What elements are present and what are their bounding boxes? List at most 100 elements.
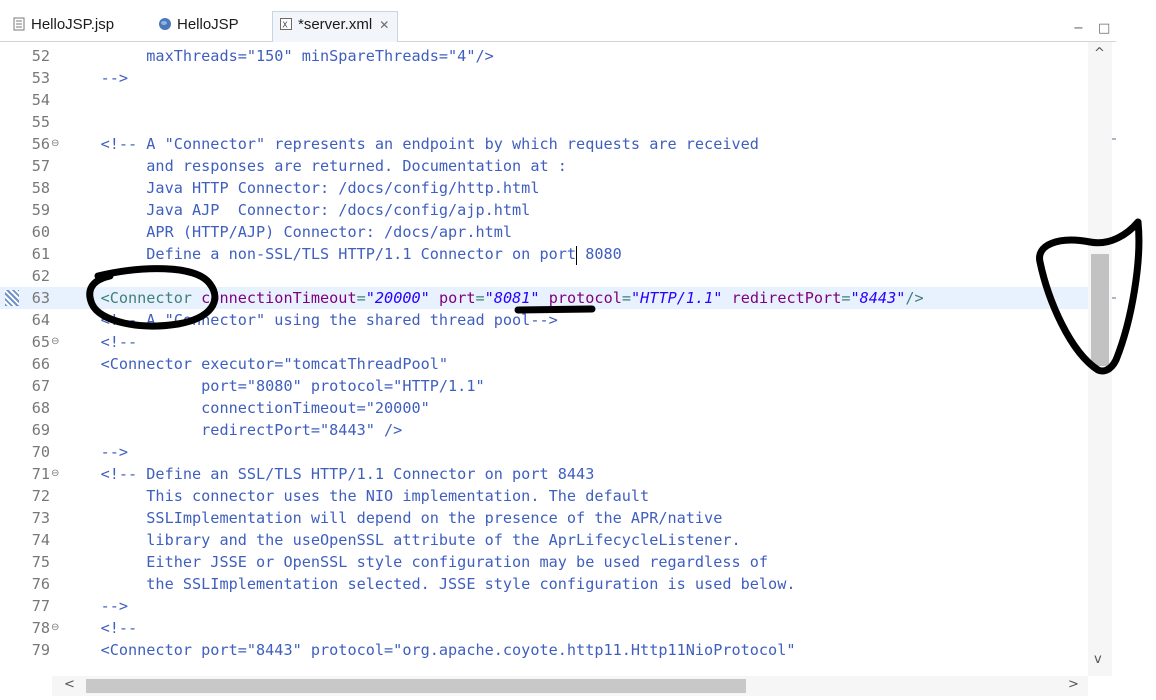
tab-hellojsp-jsp[interactable]: HelloJSP.jsp: [12, 14, 114, 36]
line-number: 64: [31, 311, 50, 329]
code-token: "8081": [484, 289, 540, 307]
horizontal-scroll-thumb[interactable]: [86, 679, 746, 693]
code-line[interactable]: 60 APR (HTTP/AJP) Connector: /docs/apr.h…: [0, 221, 1088, 243]
line-number: 77: [31, 597, 50, 615]
code-line[interactable]: 57 and responses are returned. Documenta…: [0, 155, 1088, 177]
ruler-marker[interactable]: [1112, 297, 1116, 299]
overview-ruler: [1112, 42, 1156, 676]
code-line[interactable]: 73 SSLImplementation will depend on the …: [0, 507, 1088, 529]
line-number: 53: [31, 69, 50, 87]
code-line[interactable]: 69 redirectPort="8443" />: [0, 419, 1088, 441]
line-number: 73: [31, 509, 50, 527]
xml-file-icon: X: [279, 16, 293, 30]
code-line[interactable]: 71 ⊖ <!-- Define an SSL/TLS HTTP/1.1 Conn…: [0, 463, 1088, 485]
ruler-marker[interactable]: [1112, 138, 1116, 140]
code-line[interactable]: 63 <Connector connectionTimeout="20000" …: [0, 287, 1088, 309]
code-text: redirectPort="8443" />: [64, 419, 402, 441]
code-text: port="8080" protocol="HTTP/1.1": [64, 375, 484, 397]
code-editor[interactable]: 52 maxThreads="150" minSpareThreads="4"/…: [0, 42, 1088, 676]
close-tab-icon[interactable]: ✕: [379, 18, 389, 32]
code-line[interactable]: 76 the SSLImplementation selected. JSSE …: [0, 573, 1088, 595]
minimize-icon[interactable]: −: [1073, 21, 1084, 36]
code-line[interactable]: 59 Java AJP Connector: /docs/config/ajp.…: [0, 199, 1088, 221]
code-token: <Connector executor="tomcatThreadPool": [64, 355, 449, 373]
tab-hellojsp[interactable]: HelloJSP: [158, 14, 239, 36]
code-line[interactable]: 78 ⊖ <!--: [0, 617, 1088, 639]
fold-toggle-icon[interactable]: ⊖: [51, 617, 59, 639]
code-text: maxThreads="150" minSpareThreads="4"/>: [64, 45, 493, 67]
code-token: =: [475, 289, 485, 307]
fold-toggle-icon[interactable]: ⊖: [51, 463, 59, 485]
code-token: <!-- A "Connector" using the shared thre…: [64, 311, 558, 329]
vertical-scrollbar[interactable]: ^ v: [1088, 42, 1112, 676]
code-token: <!-- A "Connector" represents an endpoin…: [64, 135, 759, 153]
line-number: 54: [31, 91, 50, 109]
code-text: Java AJP Connector: /docs/config/ajp.htm…: [64, 199, 530, 221]
scroll-down-icon[interactable]: v: [1094, 652, 1102, 667]
code-token: port: [438, 289, 476, 307]
tab-label: HelloJSP.jsp: [31, 16, 115, 33]
code-line[interactable]: 55: [0, 111, 1088, 133]
code-token: connectionTimeout: [201, 289, 357, 307]
line-number: 74: [31, 531, 50, 549]
code-line[interactable]: 64 <!-- A "Connector" using the shared t…: [0, 309, 1088, 331]
code-token: Either JSSE or OpenSSL style configurati…: [64, 553, 769, 571]
code-token: "20000": [365, 289, 430, 307]
code-text: SSLImplementation will depend on the pre…: [64, 507, 722, 529]
code-token: "8443": [850, 289, 906, 307]
horizontal-scrollbar[interactable]: < >: [52, 676, 1088, 696]
line-number: 67: [31, 377, 50, 395]
code-line[interactable]: 77 -->: [0, 595, 1088, 617]
code-line[interactable]: 61 Define a non-SSL/TLS HTTP/1.1 Connect…: [0, 243, 1088, 265]
code-text: and responses are returned. Documentatio…: [64, 155, 567, 177]
code-token: "HTTP/1.1": [631, 289, 723, 307]
code-line[interactable]: 52 maxThreads="150" minSpareThreads="4"/…: [0, 45, 1088, 67]
code-line[interactable]: 72 This connector uses the NIO implement…: [0, 485, 1088, 507]
code-line[interactable]: 79 <Connector port="8443" protocol="org.…: [0, 639, 1088, 661]
vertical-scroll-thumb[interactable]: [1091, 254, 1109, 366]
code-token: =: [841, 289, 851, 307]
code-line[interactable]: 53 -->: [0, 67, 1088, 89]
line-number: 75: [31, 553, 50, 571]
line-number: 60: [31, 223, 50, 241]
code-line[interactable]: 74 library and the useOpenSSL attribute …: [0, 529, 1088, 551]
code-token: This connector uses the NIO implementati…: [64, 487, 650, 505]
code-token: -->: [64, 597, 129, 615]
code-token: <!-- Define an SSL/TLS HTTP/1.1 Connecto…: [64, 465, 595, 483]
line-number: 55: [31, 113, 50, 131]
code-text: <!-- Define an SSL/TLS HTTP/1.1 Connecto…: [64, 463, 595, 485]
code-text: Define a non-SSL/TLS HTTP/1.1 Connector …: [64, 243, 621, 265]
code-text: connectionTimeout="20000": [64, 397, 430, 419]
scroll-up-icon[interactable]: ^: [1094, 46, 1105, 61]
tab-label: HelloJSP: [177, 16, 239, 33]
code-line[interactable]: 54: [0, 89, 1088, 111]
code-text: the SSLImplementation selected. JSSE sty…: [64, 573, 795, 595]
code-line[interactable]: 58 Java HTTP Connector: /docs/config/htt…: [0, 177, 1088, 199]
fold-toggle-icon[interactable]: ⊖: [51, 331, 59, 353]
code-line[interactable]: 70 -->: [0, 441, 1088, 463]
code-token: SSLImplementation will depend on the pre…: [64, 509, 723, 527]
code-text: <!-- A "Connector" using the shared thre…: [64, 309, 558, 331]
scroll-right-icon[interactable]: >: [1068, 677, 1079, 692]
code-line[interactable]: 56 ⊖ <!-- A "Connector" represents an end…: [0, 133, 1088, 155]
code-line[interactable]: 65 ⊖ <!--: [0, 331, 1088, 353]
code-text: -->: [64, 441, 128, 463]
line-number: 65: [31, 333, 50, 351]
code-line[interactable]: 68 connectionTimeout="20000": [0, 397, 1088, 419]
line-number: 63: [31, 289, 50, 307]
code-line[interactable]: 66 <Connector executor="tomcatThreadPool…: [0, 353, 1088, 375]
code-line[interactable]: 75 Either JSSE or OpenSSL style configur…: [0, 551, 1088, 573]
tab-server-xml[interactable]: X *server.xml ✕: [272, 11, 399, 42]
code-text: Java HTTP Connector: /docs/config/http.h…: [64, 177, 539, 199]
scroll-left-icon[interactable]: <: [64, 677, 75, 692]
code-line[interactable]: 62: [0, 265, 1088, 287]
editor-tab-bar: HelloJSP.jsp HelloJSP X *server.xml ✕ − □: [0, 7, 1116, 42]
code-text: -->: [64, 595, 128, 617]
line-number: 62: [31, 267, 50, 285]
code-line[interactable]: 67 port="8080" protocol="HTTP/1.1": [0, 375, 1088, 397]
tab-label: *server.xml: [298, 16, 373, 33]
code-token: />: [905, 289, 924, 307]
maximize-icon[interactable]: □: [1098, 21, 1110, 36]
fold-toggle-icon[interactable]: ⊖: [51, 133, 59, 155]
